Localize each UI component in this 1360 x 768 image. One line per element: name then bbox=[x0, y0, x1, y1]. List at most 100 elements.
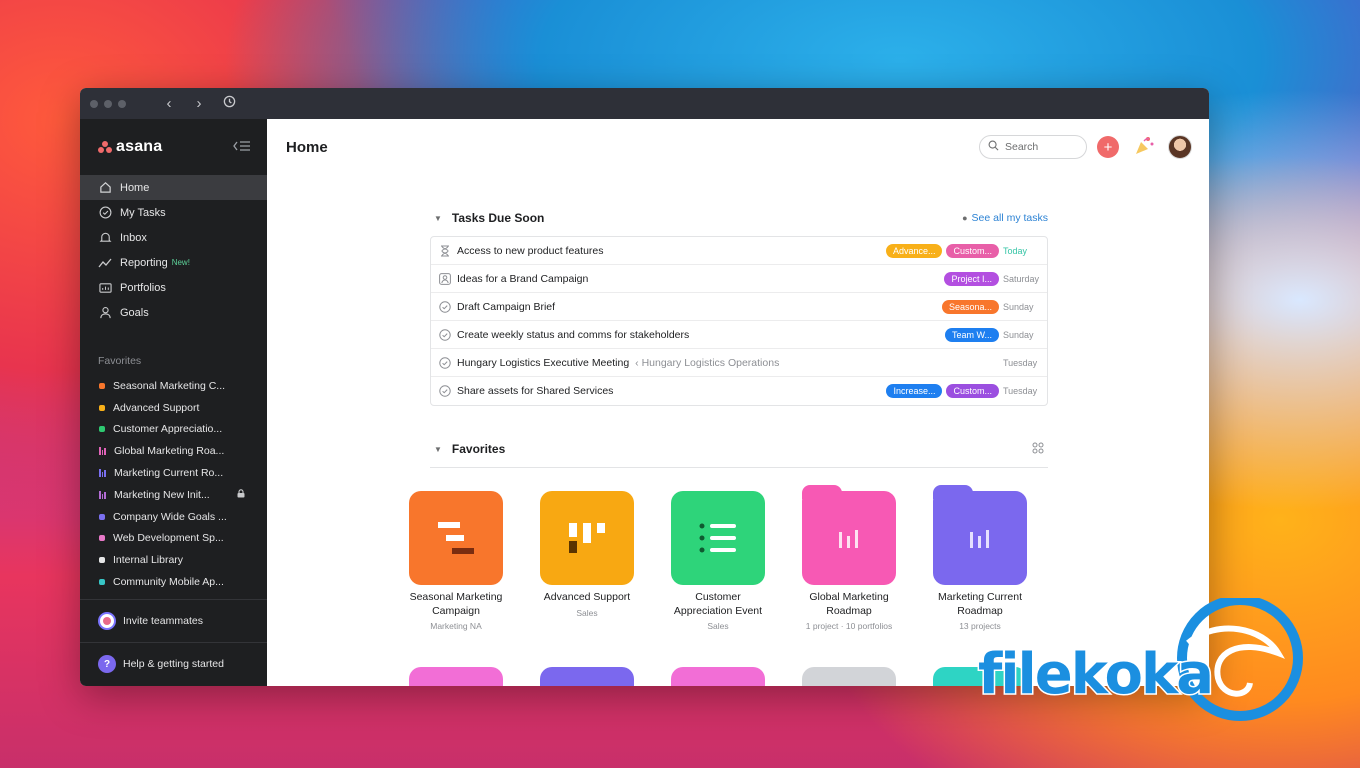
project-tile[interactable] bbox=[540, 667, 634, 686]
favorites-list: Seasonal Marketing C... Advanced Support… bbox=[80, 375, 267, 593]
project-tag[interactable]: Custom... bbox=[946, 384, 999, 398]
sidebar-item-inbox[interactable]: Inbox bbox=[80, 225, 267, 250]
favorite-item[interactable]: Marketing New Init... bbox=[80, 484, 267, 506]
favorite-item[interactable]: Web Development Sp... bbox=[80, 528, 267, 550]
project-tag[interactable]: Increase... bbox=[886, 384, 943, 398]
chevron-left-icon[interactable]: ‹ bbox=[154, 88, 184, 119]
task-name: Ideas for a Brand Campaign bbox=[457, 272, 589, 285]
project-tag[interactable]: Project I... bbox=[944, 271, 999, 286]
collapse-sidebar-icon[interactable] bbox=[233, 140, 251, 155]
sidebar-item-label: Portfolios bbox=[120, 281, 166, 294]
tile-name: Customer Appreciation Event bbox=[673, 591, 763, 617]
collapse-caret-icon[interactable]: ▼ bbox=[434, 445, 442, 454]
favorite-item[interactable]: Advanced Support bbox=[80, 397, 267, 419]
project-tag[interactable]: Seasona... bbox=[941, 299, 999, 314]
chevron-right-icon[interactable]: › bbox=[184, 88, 214, 119]
maximize-dot[interactable] bbox=[118, 99, 126, 108]
check-circle-icon[interactable] bbox=[439, 356, 451, 369]
due-date: Sunday bbox=[1003, 301, 1034, 312]
section-title: Tasks Due Soon bbox=[451, 211, 545, 225]
clock-icon[interactable] bbox=[214, 88, 244, 119]
avatar[interactable] bbox=[1168, 135, 1192, 159]
check-circle-icon bbox=[98, 206, 112, 220]
window-controls[interactable] bbox=[90, 99, 126, 108]
project-color-dot bbox=[99, 513, 105, 520]
tile-subtitle: 1 project · 10 portfolios bbox=[805, 621, 893, 632]
project-tile[interactable] bbox=[671, 667, 765, 686]
sidebar-item-home[interactable]: Home bbox=[80, 175, 267, 200]
favorite-item[interactable]: Customer Appreciatio... bbox=[80, 419, 267, 441]
task-row[interactable]: Access to new product features Advance..… bbox=[431, 237, 1047, 265]
sidebar-item-reporting[interactable]: Reporting New! bbox=[80, 250, 267, 275]
portfolio-icon bbox=[98, 281, 112, 295]
minimize-dot[interactable] bbox=[104, 99, 112, 108]
search-input[interactable]: Search bbox=[979, 135, 1087, 159]
task-list: Access to new product features Advance..… bbox=[430, 236, 1048, 406]
approval-icon bbox=[439, 272, 451, 285]
project-tag[interactable]: Team W... bbox=[944, 327, 999, 342]
project-tag[interactable]: Custom... bbox=[946, 243, 999, 258]
quick-add-button[interactable]: + bbox=[1097, 136, 1119, 158]
check-circle-icon[interactable] bbox=[439, 300, 451, 313]
invite-teammates-button[interactable]: Invite teammates bbox=[80, 600, 267, 642]
favorite-item[interactable]: Internal Library bbox=[80, 549, 267, 571]
board-icon bbox=[540, 491, 634, 585]
tile-subtitle: Marketing NA bbox=[430, 621, 482, 632]
favorite-item[interactable]: Company Wide Goals ... bbox=[80, 506, 267, 528]
portfolio-bars-icon bbox=[99, 447, 106, 456]
project-color-dot bbox=[99, 404, 105, 411]
favorite-item[interactable]: Seasonal Marketing C... bbox=[80, 375, 267, 397]
bell-icon bbox=[98, 231, 112, 245]
asana-logo[interactable]: asana bbox=[98, 138, 162, 156]
favorite-item[interactable]: Marketing Current Ro... bbox=[80, 462, 267, 484]
project-color-dot bbox=[99, 426, 105, 433]
task-row[interactable]: Share assets for Shared Services Increas… bbox=[431, 377, 1047, 405]
title-bar: ‹ › bbox=[80, 88, 1209, 119]
grid-view-icon[interactable] bbox=[1032, 442, 1044, 457]
task-name: Draft Campaign Brief bbox=[457, 300, 556, 313]
project-color-dot bbox=[99, 535, 105, 542]
portfolio-tile[interactable]: Global Marketing Roadmap 1 project · 10 … bbox=[802, 485, 896, 632]
task-row[interactable]: Create weekly status and comms for stake… bbox=[431, 321, 1047, 349]
sidebar-item-label: My Tasks bbox=[120, 206, 166, 219]
due-date: Today bbox=[1003, 245, 1028, 256]
sidebar-item-portfolios[interactable]: Portfolios bbox=[80, 275, 267, 300]
close-dot[interactable] bbox=[90, 99, 98, 108]
tasks-due-soon-section: ▼ Tasks Due Soon ● See all my tasks Acce… bbox=[430, 208, 1048, 406]
sidebar-item-goals[interactable]: Goals bbox=[80, 300, 267, 325]
see-all-label: See all my tasks bbox=[971, 212, 1048, 224]
sidebar-item-my-tasks[interactable]: My Tasks bbox=[80, 200, 267, 225]
project-tile[interactable]: Customer Appreciation Event Sales bbox=[671, 491, 765, 631]
project-tile[interactable]: Advanced Support Sales bbox=[540, 491, 634, 631]
project-tile[interactable] bbox=[409, 667, 503, 686]
sidebar-nav: Home My Tasks Inbox Reporting New! Portf… bbox=[80, 175, 267, 325]
favorite-item[interactable]: Global Marketing Roa... bbox=[80, 440, 267, 462]
celebration-icon[interactable] bbox=[1133, 135, 1155, 160]
parent-task-link[interactable]: ‹ Hungary Logistics Operations bbox=[635, 357, 779, 369]
check-circle-icon[interactable] bbox=[439, 385, 451, 397]
due-date: Sunday bbox=[1003, 329, 1034, 340]
invite-label: Invite teammates bbox=[123, 614, 203, 627]
favorite-item[interactable]: Community Mobile Ap... bbox=[80, 571, 267, 593]
help-label: Help & getting started bbox=[123, 658, 224, 671]
tile-name: Seasonal Marketing Campaign bbox=[409, 591, 503, 617]
help-button[interactable]: ? Help & getting started bbox=[80, 641, 267, 686]
task-row[interactable]: Hungary Logistics Executive Meeting ‹ Hu… bbox=[431, 349, 1047, 377]
task-row[interactable]: Ideas for a Brand Campaign Project I... … bbox=[431, 265, 1047, 293]
new-badge: New! bbox=[171, 258, 190, 267]
see-all-tasks-link[interactable]: ● See all my tasks bbox=[962, 212, 1048, 224]
tile-name: Advanced Support bbox=[543, 591, 631, 603]
task-row[interactable]: Draft Campaign Brief Seasona... Sunday bbox=[431, 293, 1047, 321]
section-title: Favorites bbox=[451, 442, 506, 456]
collapse-caret-icon[interactable]: ▼ bbox=[434, 214, 442, 223]
project-tile[interactable]: Seasonal Marketing Campaign Marketing NA bbox=[409, 491, 503, 631]
project-tile[interactable] bbox=[802, 667, 896, 686]
sidebar-item-label: Inbox bbox=[120, 231, 147, 244]
check-circle-icon[interactable] bbox=[439, 328, 451, 341]
portfolio-bars-icon bbox=[99, 490, 106, 499]
due-date: Tuesday bbox=[1003, 386, 1038, 396]
favorite-label: Internal Library bbox=[113, 554, 184, 567]
project-tag[interactable]: Advance... bbox=[885, 243, 943, 258]
favorite-label: Marketing New Init... bbox=[114, 488, 210, 501]
sidebar: asana Home My Tasks Inbox Reporting New!… bbox=[80, 119, 267, 686]
